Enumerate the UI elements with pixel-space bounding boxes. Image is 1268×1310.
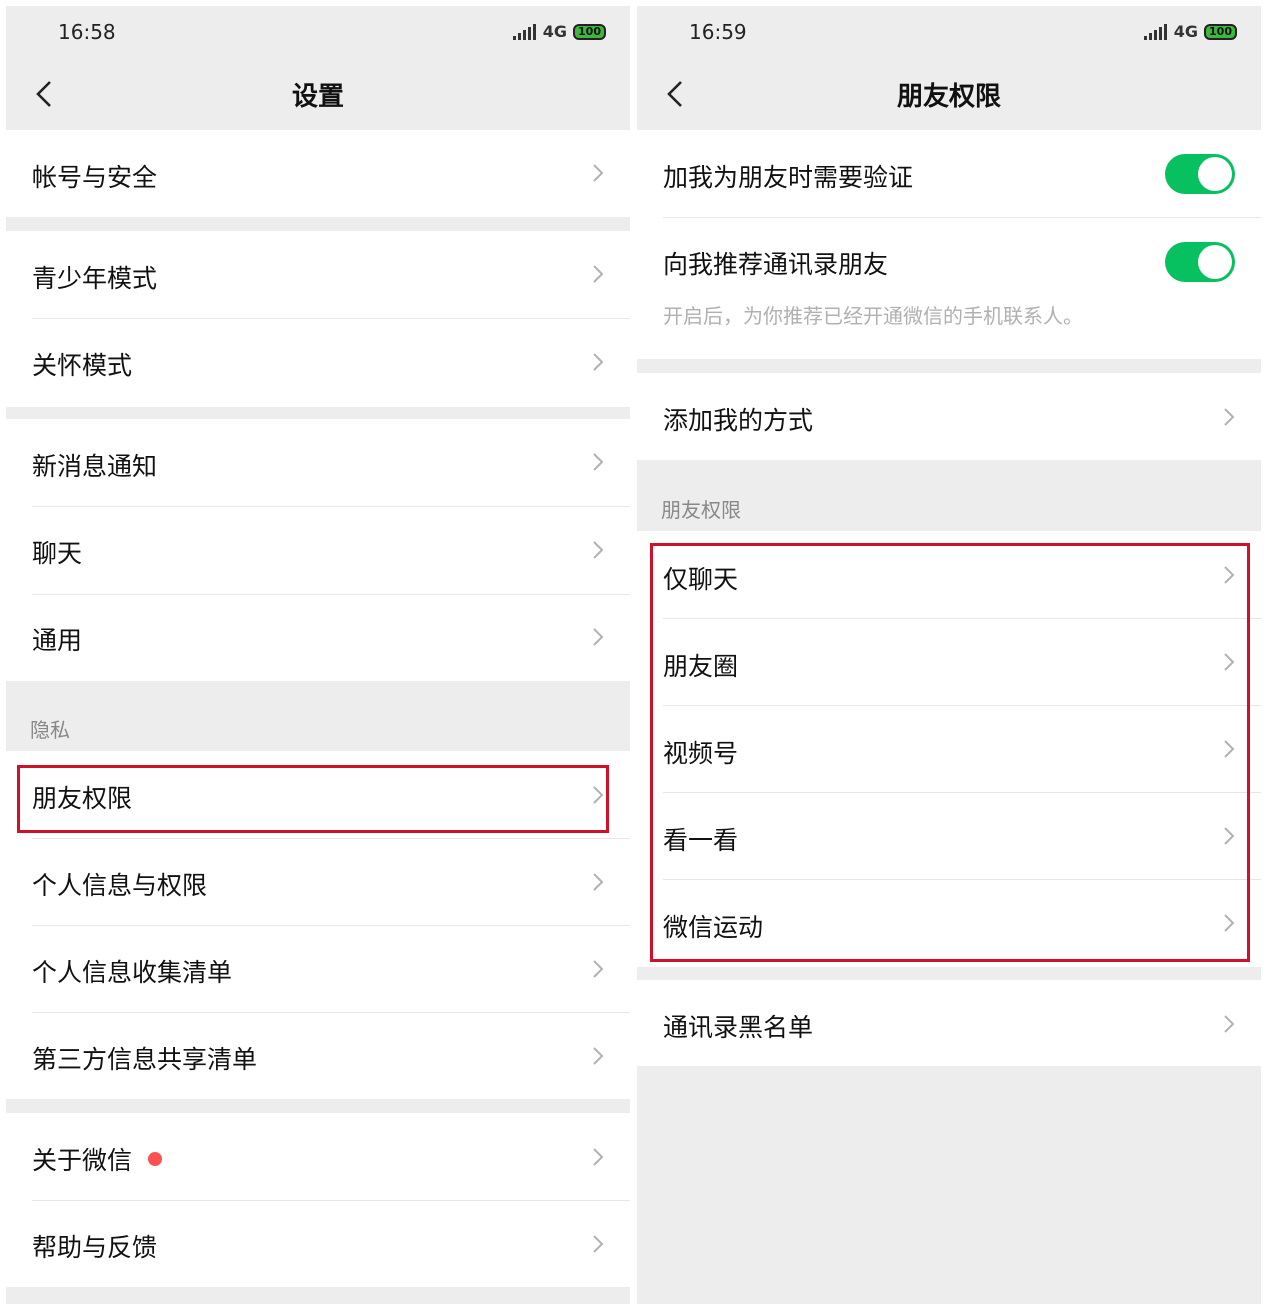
menu-item-label: 新消息通知 [32,452,158,481]
chevron-right-icon [1224,1015,1235,1033]
menu-item-account-security[interactable]: 帐号与安全 [6,130,630,217]
chevron-right-icon [593,541,604,559]
menu-item-label: 朋友圈 [663,652,739,681]
menu-item-personal-info-collection[interactable]: 个人信息收集清单 [6,926,630,1012]
menu-item-label: 青少年模式 [32,264,158,293]
menu-item-channels[interactable]: 视频号 [637,706,1261,792]
menu-item-third-party-sharing[interactable]: 第三方信息共享清单 [6,1013,630,1099]
menu-item-label: 看一看 [663,826,739,855]
status-icons: 4G 100 [1143,22,1237,41]
menu-item-label: 添加我的方式 [663,406,814,435]
network-label: 4G [542,22,568,41]
menu-item-label: 聊天 [32,539,83,568]
menu-group-general: 新消息通知 聊天 通用 [6,419,630,681]
menu-group-modes: 青少年模式 关怀模式 [6,231,630,407]
chevron-right-icon [593,786,604,804]
menu-group-privacy: 朋友权限 个人信息与权限 个人信息收集清单 第三方信息共享清单 [6,751,630,1099]
menu-item-label: 微信运动 [663,913,764,942]
chevron-right-icon [1224,827,1235,845]
chevron-right-icon [1224,653,1235,671]
menu-item-chat[interactable]: 聊天 [6,507,630,594]
chevron-right-icon [593,1148,604,1166]
setting-label: 向我推荐通讯录朋友 [663,250,889,279]
setting-label: 加我为朋友时需要验证 [663,163,914,192]
menu-item-help-feedback[interactable]: 帮助与反馈 [6,1201,630,1287]
chevron-right-icon [1224,408,1235,426]
menu-item-label: 第三方信息共享清单 [32,1045,258,1074]
chevron-right-icon [593,453,604,471]
toggle-knob [1198,157,1232,191]
chevron-right-icon [593,164,604,182]
about-wechat-label: 关于微信 [32,1146,133,1175]
chevron-right-icon [593,1047,604,1065]
chevron-right-icon [1224,914,1235,932]
menu-item-label: 视频号 [663,739,739,768]
menu-item-general[interactable]: 通用 [6,595,630,681]
menu-item-label: 帮助与反馈 [32,1233,158,1262]
menu-group-friend-permissions: 仅聊天 朋友圈 视频号 看一看 微信运动 [637,531,1261,967]
section-label-privacy: 隐私 [30,718,70,742]
recommend-contacts-toggle[interactable] [1165,242,1235,282]
menu-item-chat-only[interactable]: 仅聊天 [637,531,1261,618]
menu-item-add-methods[interactable]: 添加我的方式 [637,373,1261,460]
signal-icon [512,23,537,40]
menu-item-top-stories[interactable]: 看一看 [637,793,1261,879]
signal-icon [1143,23,1168,40]
menu-item-youth-mode[interactable]: 青少年模式 [6,231,630,318]
menu-item-wechat-sports[interactable]: 微信运动 [637,880,1261,967]
page-title: 设置 [291,82,344,112]
chevron-right-icon [593,960,604,978]
chevron-right-icon [1224,566,1235,584]
setting-recommend-contacts: 向我推荐通讯录朋友 开启后，为你推荐已经开通微信的手机联系人。 [637,218,1261,359]
network-label: 4G [1173,22,1199,41]
menu-item-label: 个人信息收集清单 [32,958,233,987]
setting-verify-on-add: 加我为朋友时需要验证 [637,130,1261,217]
menu-item-label: 关于微信 [32,1141,163,1177]
menu-item-label: 仅聊天 [663,565,739,594]
chevron-right-icon [593,1235,604,1253]
menu-item-label: 个人信息与权限 [32,871,208,900]
settings-screen: 16:58 4G 100 设置 帐号与安全 青少年模式 关怀模式 新消息通知 聊… [6,6,630,1304]
battery-icon: 100 [1204,23,1237,40]
menu-item-label: 关怀模式 [32,351,133,380]
battery-icon: 100 [573,23,606,40]
section-label-friend-permissions: 朋友权限 [661,498,741,522]
menu-item-new-msg-notify[interactable]: 新消息通知 [6,419,630,506]
menu-item-label: 朋友权限 [32,784,133,813]
menu-item-moments[interactable]: 朋友圈 [637,619,1261,705]
menu-group-about: 关于微信 帮助与反馈 [6,1113,630,1287]
menu-item-care-mode[interactable]: 关怀模式 [6,319,630,407]
status-bar: 16:58 4G 100 [6,6,630,58]
friend-permissions-screen: 16:59 4G 100 朋友权限 加我为朋友时需要验证 向我推荐通讯录朋友 开… [637,6,1261,1304]
status-time: 16:59 [689,20,747,44]
chevron-right-icon [593,353,604,371]
nav-bar: 设置 [6,58,630,130]
chevron-right-icon [593,265,604,283]
menu-item-friend-permissions[interactable]: 朋友权限 [6,751,630,838]
new-badge-dot [148,1152,163,1166]
menu-item-contacts-blacklist[interactable]: 通讯录黑名单 [637,980,1261,1066]
chevron-right-icon [1224,740,1235,758]
nav-bar: 朋友权限 [637,58,1261,130]
toggle-group: 加我为朋友时需要验证 向我推荐通讯录朋友 开启后，为你推荐已经开通微信的手机联系… [637,130,1261,359]
page-title: 朋友权限 [896,82,1001,112]
menu-item-label: 通讯录黑名单 [663,1013,814,1042]
status-bar: 16:59 4G 100 [637,6,1261,58]
menu-item-label: 帐号与安全 [32,163,158,192]
chevron-right-icon [593,628,604,646]
status-time: 16:58 [58,20,116,44]
chevron-right-icon [593,873,604,891]
toggle-knob [1198,245,1232,279]
verify-on-add-toggle[interactable] [1165,154,1235,194]
status-icons: 4G 100 [512,22,606,41]
menu-item-about-wechat[interactable]: 关于微信 [6,1113,630,1200]
setting-description: 开启后，为你推荐已经开通微信的手机联系人。 [663,304,1083,328]
menu-item-label: 通用 [32,626,83,655]
menu-item-personal-info-permissions[interactable]: 个人信息与权限 [6,839,630,925]
